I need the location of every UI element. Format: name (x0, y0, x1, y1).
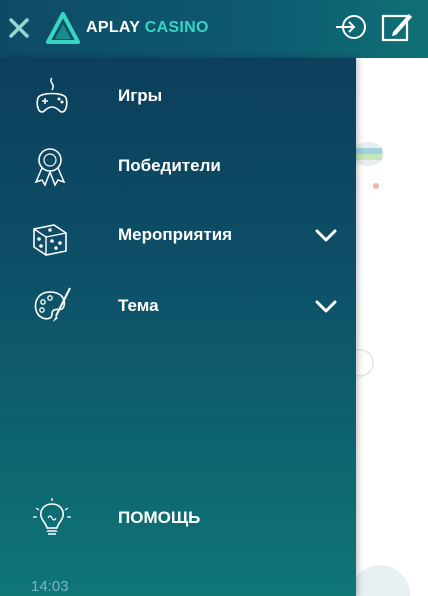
edit-register-icon[interactable] (380, 10, 414, 44)
side-drawer: Игры Победители Мероприятия Тема ПОМОЩЬ … (0, 58, 356, 596)
logo-text-primary: APLAY (86, 19, 140, 36)
gamepad-icon (36, 77, 68, 113)
medal-icon (34, 148, 66, 187)
menu-item-label: ПОМОЩЬ (118, 508, 201, 527)
menu-item-games[interactable]: Игры (0, 66, 356, 126)
menu-item-label: Мероприятия (118, 225, 233, 244)
login-icon[interactable] (334, 12, 368, 42)
dice-icon (33, 224, 67, 256)
menu-item-theme[interactable]: Тема (0, 276, 356, 336)
menu-item-events[interactable]: Мероприятия (0, 205, 356, 265)
menu-item-winners[interactable]: Победители (0, 136, 356, 196)
palette-icon (34, 287, 71, 322)
app-logo[interactable]: APLAY CASINO (46, 12, 209, 44)
logo-text-secondary: CASINO (144, 19, 209, 36)
chevron-down-icon[interactable] (314, 227, 338, 243)
lightbulb-icon (33, 498, 71, 535)
logo-text: APLAY CASINO (86, 19, 209, 37)
menu-item-help[interactable]: ПОМОЩЬ (0, 488, 356, 548)
scroll-top-icon (350, 565, 410, 596)
status-time: 14:03 (31, 578, 69, 595)
logo-triangle-icon (46, 12, 80, 44)
menu-item-label: Победители (118, 156, 221, 175)
menu-item-label: Игры (118, 86, 163, 105)
menu-item-label: Тема (118, 296, 159, 315)
app-header: APLAY CASINO (0, 0, 428, 58)
chevron-down-icon[interactable] (314, 298, 338, 314)
close-icon[interactable] (8, 17, 30, 39)
